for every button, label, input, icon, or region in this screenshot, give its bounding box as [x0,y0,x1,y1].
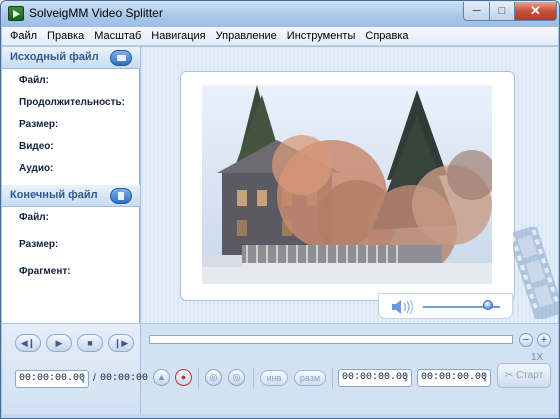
source-video-label: Видео: [19,141,54,152]
output-fragment-label: Фрагмент: [19,266,71,277]
window-title: SolveigMM Video Splitter [29,6,163,20]
prev-frame-button[interactable]: ◀❙ [15,334,41,352]
menu-help[interactable]: Справка [361,30,412,42]
preview-area [141,47,559,323]
output-size-label: Размер: [19,239,59,250]
prev-marker-button[interactable]: ◎ [205,369,222,386]
output-file-label: Файл: [19,212,49,223]
title-bar[interactable]: SolveigMM Video Splitter ─ □ ✕ [1,1,559,27]
source-duration-label: Продолжительность: [19,97,125,108]
app-window: SolveigMM Video Splitter ─ □ ✕ Файл Прав… [0,0,560,419]
source-file-header: Исходный файл [2,47,140,69]
start-split-button[interactable]: ✂ Старт [497,363,551,388]
timeline-track[interactable] [149,335,513,344]
fragment-end-spinner[interactable]: ▲ ▼ [481,371,489,385]
fragment-start-value: 00:00:00.00 [342,372,409,383]
video-still-image [202,85,492,284]
fragment-start-field[interactable]: 00:00:00.00 ▲ ▼ [338,369,412,387]
play-button[interactable]: ▶ [46,334,72,352]
fragment-end-value: 00:00:00.00 [421,372,488,383]
player-controls: ◀❙ ▶ ■ ❙▶ 00:00:00.00 ▲ ▼ / 00:00:00 [2,324,148,418]
zoom-level: 1X [531,352,544,363]
current-time-value: 00:00:00.00 [19,373,86,384]
menu-file[interactable]: Файл [6,30,41,42]
speaker-icon[interactable] [391,300,415,314]
next-frame-button[interactable]: ❙▶ [108,334,134,352]
source-file-title: Исходный файл [10,51,99,63]
toolbar-divider [198,368,199,388]
prev-frame-icon: ◀❙ [20,338,36,348]
save-file-icon[interactable] [110,188,132,204]
current-time-spinner[interactable]: ▲ ▼ [79,372,87,386]
minimize-button[interactable]: ─ [463,2,490,21]
source-file-label: Файл: [19,75,49,86]
menu-scale[interactable]: Масштаб [90,30,145,42]
video-frame[interactable] [202,85,492,284]
toolbar-divider [253,368,254,388]
maximize-button[interactable]: □ [489,2,515,21]
stop-button[interactable]: ■ [77,334,103,352]
source-size-label: Размер: [19,119,59,130]
menu-control[interactable]: Управление [212,30,281,42]
record-button[interactable]: ● [175,369,192,386]
filmstrip-decoration-icon [513,227,559,319]
fragment-end-field[interactable]: 00:00:00.00 ▲ ▼ [417,369,491,387]
control-bar: ◀❙ ▶ ■ ❙▶ 00:00:00.00 ▲ ▼ / 00:00:00 − + … [2,324,558,418]
preview-frame [180,71,515,301]
menu-tools[interactable]: Инструменты [283,30,360,42]
marker-in-button[interactable]: ▲ [153,369,170,386]
info-panel: Исходный файл Файл: Продолжительность: Р… [2,47,140,323]
current-time-field[interactable]: 00:00:00.00 ▲ ▼ [15,370,89,388]
open-folder-icon[interactable] [110,50,132,66]
next-frame-icon: ❙▶ [113,338,129,348]
menu-edit[interactable]: Правка [43,30,88,42]
output-file-title: Конечный файл [10,189,98,201]
time-separator: / [93,373,96,384]
fragment-start-spinner[interactable]: ▲ ▼ [402,371,410,385]
menu-navigation[interactable]: Навигация [147,30,209,42]
close-button[interactable]: ✕ [514,2,557,21]
total-time: 00:00:00 [100,373,149,384]
volume-slider-thumb[interactable] [483,300,494,310]
status-strip [2,414,558,418]
app-icon [8,6,24,21]
play-icon: ▶ [55,338,63,348]
menu-bar: Файл Правка Масштаб Навигация Управление… [2,27,558,46]
source-audio-label: Аудио: [19,163,54,174]
zoom-out-button[interactable]: − [519,333,533,347]
size-button[interactable]: разм [294,370,326,386]
zoom-in-button[interactable]: + [537,333,551,347]
output-file-header: Конечный файл [2,185,140,207]
next-marker-button[interactable]: ◎ [228,369,245,386]
stop-icon: ■ [87,338,93,348]
volume-control [378,293,513,319]
invert-button[interactable]: инв [260,370,288,386]
toolbar-divider [332,368,333,388]
